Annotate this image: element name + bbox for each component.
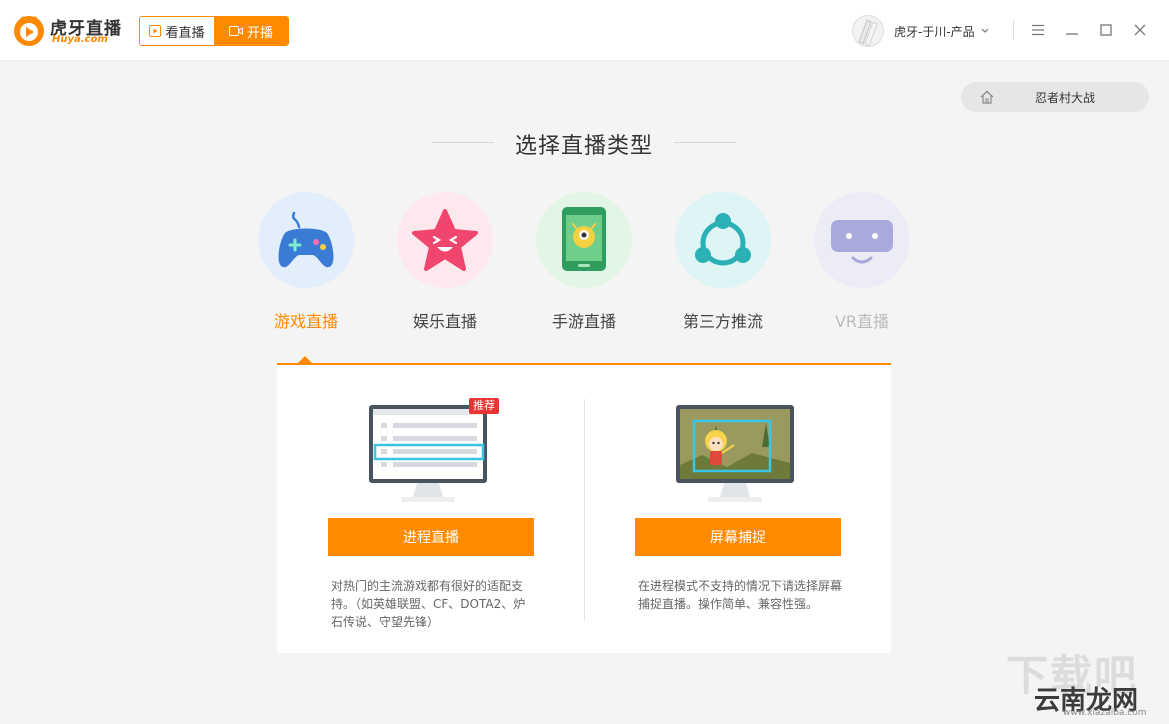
- process-live-button[interactable]: 进程直播: [328, 518, 534, 556]
- option-screen-capture: 屏幕捕捉 在进程模式不支持的情况下请选择屏幕捕捉直播。操作简单、兼容性强。: [584, 365, 891, 655]
- screen-capture-illustration: [676, 405, 794, 502]
- type-vr-live[interactable]: VR直播: [807, 192, 917, 332]
- titlebar-divider: [1013, 20, 1014, 40]
- gamepad-icon: [278, 211, 334, 268]
- screen-capture-description: 在进程模式不支持的情况下请选择屏幕捕捉直播。操作简单、兼容性强。: [638, 579, 843, 611]
- huya-logo: 虎牙直播 Huya.com: [12, 12, 121, 48]
- heading-block: 选择直播类型: [432, 128, 736, 159]
- star-face-icon: [412, 209, 478, 271]
- page-title: 选择直播类型: [514, 134, 653, 159]
- type-circle: [675, 192, 771, 288]
- chevron-down-icon: [981, 28, 989, 33]
- type-label: 游戏直播: [273, 312, 338, 331]
- type-circle: [397, 192, 493, 288]
- type-game-live[interactable]: 游戏直播: [251, 192, 361, 332]
- share-nodes-icon: [695, 213, 751, 266]
- breadcrumb[interactable]: 忍者村大战: [961, 82, 1149, 112]
- maximize-icon: [1100, 24, 1112, 36]
- camera-icon: [228, 26, 243, 36]
- phone-icon: [562, 207, 606, 271]
- menu-button[interactable]: [1028, 20, 1048, 40]
- menu-icon: [1032, 24, 1044, 36]
- home-icon: [980, 90, 994, 104]
- huya-logo-icon: [14, 16, 44, 46]
- minimize-icon: [1066, 33, 1078, 35]
- watch-live-label: 看直播: [165, 25, 205, 41]
- type-label: 第三方推流: [682, 312, 763, 331]
- brand-domain: Huya.com: [52, 34, 108, 45]
- type-label: 手游直播: [551, 312, 616, 331]
- vr-headset-icon: [831, 220, 893, 264]
- user-menu[interactable]: 虎牙-于川-产品: [852, 14, 989, 48]
- type-label: 娱乐直播: [412, 312, 477, 331]
- options-panel: 推荐 进程直播 对热门的主流游戏都有很好的适配支持。（如英雄联盟、CF、DOTA…: [277, 363, 891, 653]
- screen-capture-button[interactable]: 屏幕捕捉: [635, 518, 841, 556]
- minimize-button[interactable]: [1062, 20, 1082, 40]
- type-circle: [814, 192, 910, 288]
- active-type-pointer: [298, 356, 312, 363]
- type-circle: [258, 192, 354, 288]
- option-process-live: 推荐 进程直播 对热门的主流游戏都有很好的适配支持。（如英雄联盟、CF、DOTA…: [277, 365, 584, 655]
- recommended-badge: 推荐: [469, 398, 499, 414]
- type-third-party-stream[interactable]: 第三方推流: [668, 192, 778, 332]
- type-entertainment-live[interactable]: 娱乐直播: [390, 192, 500, 332]
- user-name: 虎牙-于川-产品: [894, 24, 975, 39]
- maximize-button[interactable]: [1096, 20, 1116, 40]
- start-broadcast-label: 开播: [246, 25, 273, 41]
- watermark-url: www.xiazaiba.com: [1063, 708, 1147, 718]
- type-label: VR直播: [834, 312, 890, 331]
- title-bar: 虎牙直播 Huya.com 看直播 开播 虎牙-于川-产品: [0, 0, 1169, 61]
- close-button[interactable]: [1130, 20, 1150, 40]
- avatar: [852, 15, 884, 47]
- play-icon: [149, 25, 162, 37]
- mode-toggle: 看直播 开播: [139, 16, 289, 46]
- process-live-description: 对热门的主流游戏都有很好的适配支持。（如英雄联盟、CF、DOTA2、炉石传说、守…: [331, 579, 526, 629]
- type-circle: [536, 192, 632, 288]
- type-mobile-game-live[interactable]: 手游直播: [529, 192, 639, 332]
- process-monitor-illustration: [369, 405, 487, 502]
- close-icon: [1134, 24, 1146, 36]
- breadcrumb-text: 忍者村大战: [1035, 91, 1096, 105]
- start-broadcast-button[interactable]: 开播: [214, 17, 288, 45]
- watch-live-button[interactable]: 看直播: [140, 17, 214, 45]
